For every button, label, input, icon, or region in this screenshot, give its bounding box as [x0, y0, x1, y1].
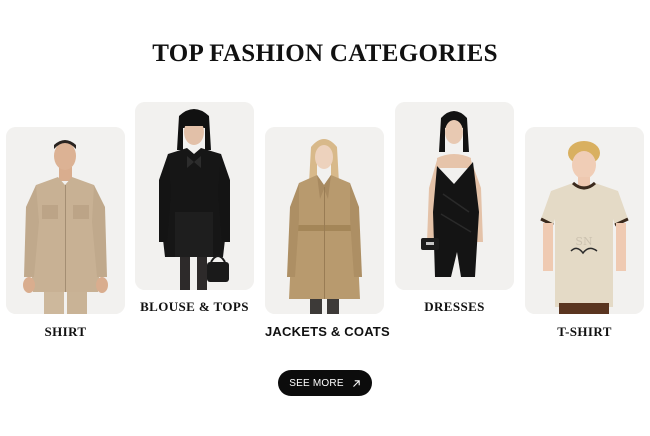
category-card-blouse-tops[interactable]: [135, 102, 254, 290]
category-label-t-shirt[interactable]: T-SHIRT: [525, 324, 644, 340]
blouse-model-image: [135, 102, 254, 290]
svg-text:SN: SN: [575, 235, 593, 248]
dress-model-image: [395, 102, 514, 290]
category-card-shirt[interactable]: [6, 127, 125, 314]
category-card-dresses[interactable]: [395, 102, 514, 290]
category-card-jackets-coats[interactable]: [265, 127, 384, 314]
tshirt-model-image: SN: [525, 127, 644, 314]
category-label-blouse-tops[interactable]: BLOUSE & TOPS: [135, 299, 254, 315]
see-more-button[interactable]: SEE MORE: [278, 370, 372, 396]
category-label-jackets-coats[interactable]: JACKETS & COATS: [265, 324, 390, 339]
jacket-model-image: [265, 127, 384, 314]
category-card-t-shirt[interactable]: SN: [525, 127, 644, 314]
shirt-model-image: [6, 127, 125, 314]
section-title: TOP FASHION CATEGORIES: [152, 40, 498, 67]
category-label-dresses[interactable]: DRESSES: [395, 299, 514, 315]
category-label-shirt[interactable]: SHIRT: [6, 324, 125, 340]
see-more-label: SEE MORE: [289, 377, 344, 389]
arrow-up-right-icon: [352, 379, 360, 387]
